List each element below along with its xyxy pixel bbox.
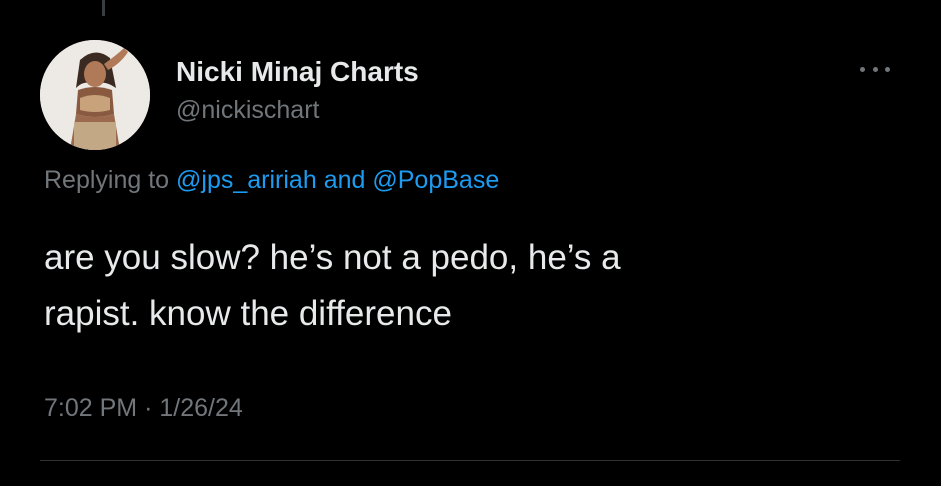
tweet-time[interactable]: 7:02 PM xyxy=(44,394,137,422)
timestamp-separator: · xyxy=(144,394,153,422)
reply-context: Replying to @jps_aririah and @PopBase xyxy=(44,166,499,195)
mention-link-jps-aririah[interactable]: @jps_aririah xyxy=(176,166,317,194)
avatar[interactable] xyxy=(40,40,150,150)
thread-connector-line xyxy=(102,0,105,16)
more-horizontal-icon[interactable] xyxy=(860,62,890,76)
tweet-date[interactable]: 1/26/24 xyxy=(159,394,242,422)
more-dot xyxy=(860,66,865,72)
tweet-text: are you slow? he’s not a pedo, he’s a ra… xyxy=(44,230,894,342)
tweet-text-line: are you slow? he’s not a pedo, he’s a xyxy=(44,238,621,277)
author-display-name[interactable]: Nicki Minaj Charts xyxy=(176,56,419,88)
avatar-photo xyxy=(40,40,150,150)
author-handle[interactable]: @nickischart xyxy=(176,96,319,125)
more-dot xyxy=(885,66,890,72)
reply-prefix: Replying to xyxy=(44,166,170,194)
tweet-timestamp[interactable]: 7:02 PM · 1/26/24 xyxy=(44,394,243,423)
divider xyxy=(40,460,900,461)
tweet-text-line: rapist. know the difference xyxy=(44,294,452,333)
reply-connector[interactable]: and xyxy=(324,166,366,194)
mention-link-popbase[interactable]: @PopBase xyxy=(372,166,499,194)
more-dot xyxy=(872,66,878,72)
